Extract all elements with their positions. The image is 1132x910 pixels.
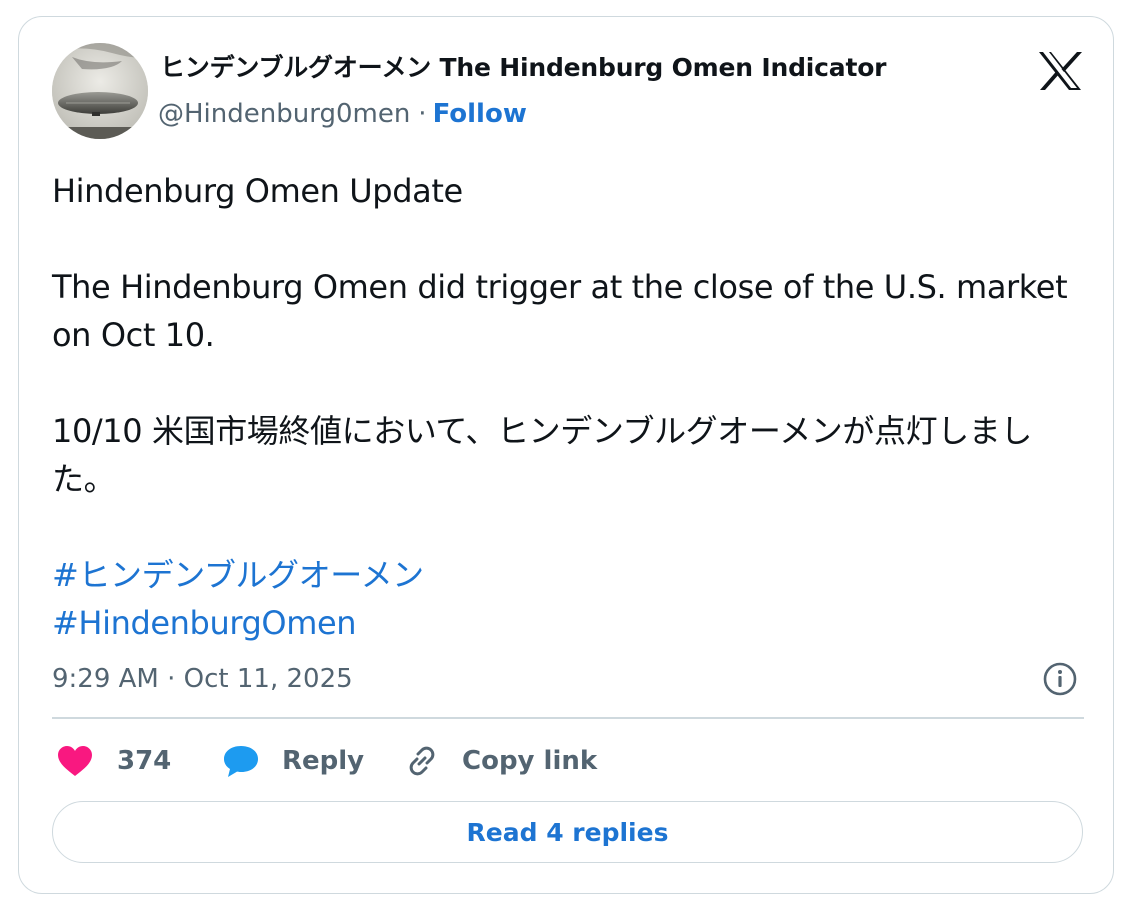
heart-icon — [58, 746, 92, 776]
avatar[interactable] — [52, 43, 148, 139]
author-handle-row: @Hindenburg0men · Follow — [158, 97, 527, 131]
tweet-timestamp[interactable]: 9:29 AM · Oct 11, 2025 — [52, 661, 353, 697]
like-button[interactable]: 374 — [57, 739, 171, 783]
tweet-card: ヒンデンブルグオーメン The Hindenburg Omen Indicato… — [18, 16, 1114, 894]
hashtag-english[interactable]: #HindenburgOmen — [52, 599, 1092, 647]
hashtag-japanese[interactable]: #ヒンデンブルグオーメン — [52, 551, 1092, 599]
reply-button[interactable]: Reply — [222, 739, 364, 783]
like-count: 374 — [117, 746, 172, 776]
tweet-line-japanese: 10/10 米国市場終値において、ヒンデンブルグオーメンが点灯しました。 — [52, 412, 1032, 498]
author-display-name[interactable]: ヒンデンブルグオーメン The Hindenburg Omen Indicato… — [160, 51, 886, 85]
speech-bubble-icon — [224, 746, 258, 777]
follow-button[interactable]: Follow — [433, 99, 527, 129]
separator-dot: · — [418, 99, 427, 129]
tweet-text: Hindenburg Omen Update The Hindenburg Om… — [52, 167, 1092, 647]
read-replies-label: Read 4 replies — [466, 817, 669, 847]
link-icon — [409, 746, 435, 776]
copy-link-button[interactable]: Copy link — [404, 739, 597, 783]
tweet-line-english: The Hindenburg Omen did trigger at the c… — [52, 268, 1068, 354]
tweet-line-title: Hindenburg Omen Update — [52, 172, 463, 210]
copy-link-label: Copy link — [462, 746, 598, 776]
author-handle[interactable]: @Hindenburg0men — [158, 99, 410, 129]
read-replies-button[interactable]: Read 4 replies — [52, 801, 1083, 863]
info-icon[interactable] — [1042, 661, 1078, 697]
x-logo-icon[interactable] — [1037, 51, 1083, 91]
divider — [52, 717, 1084, 719]
reply-label: Reply — [282, 746, 365, 776]
